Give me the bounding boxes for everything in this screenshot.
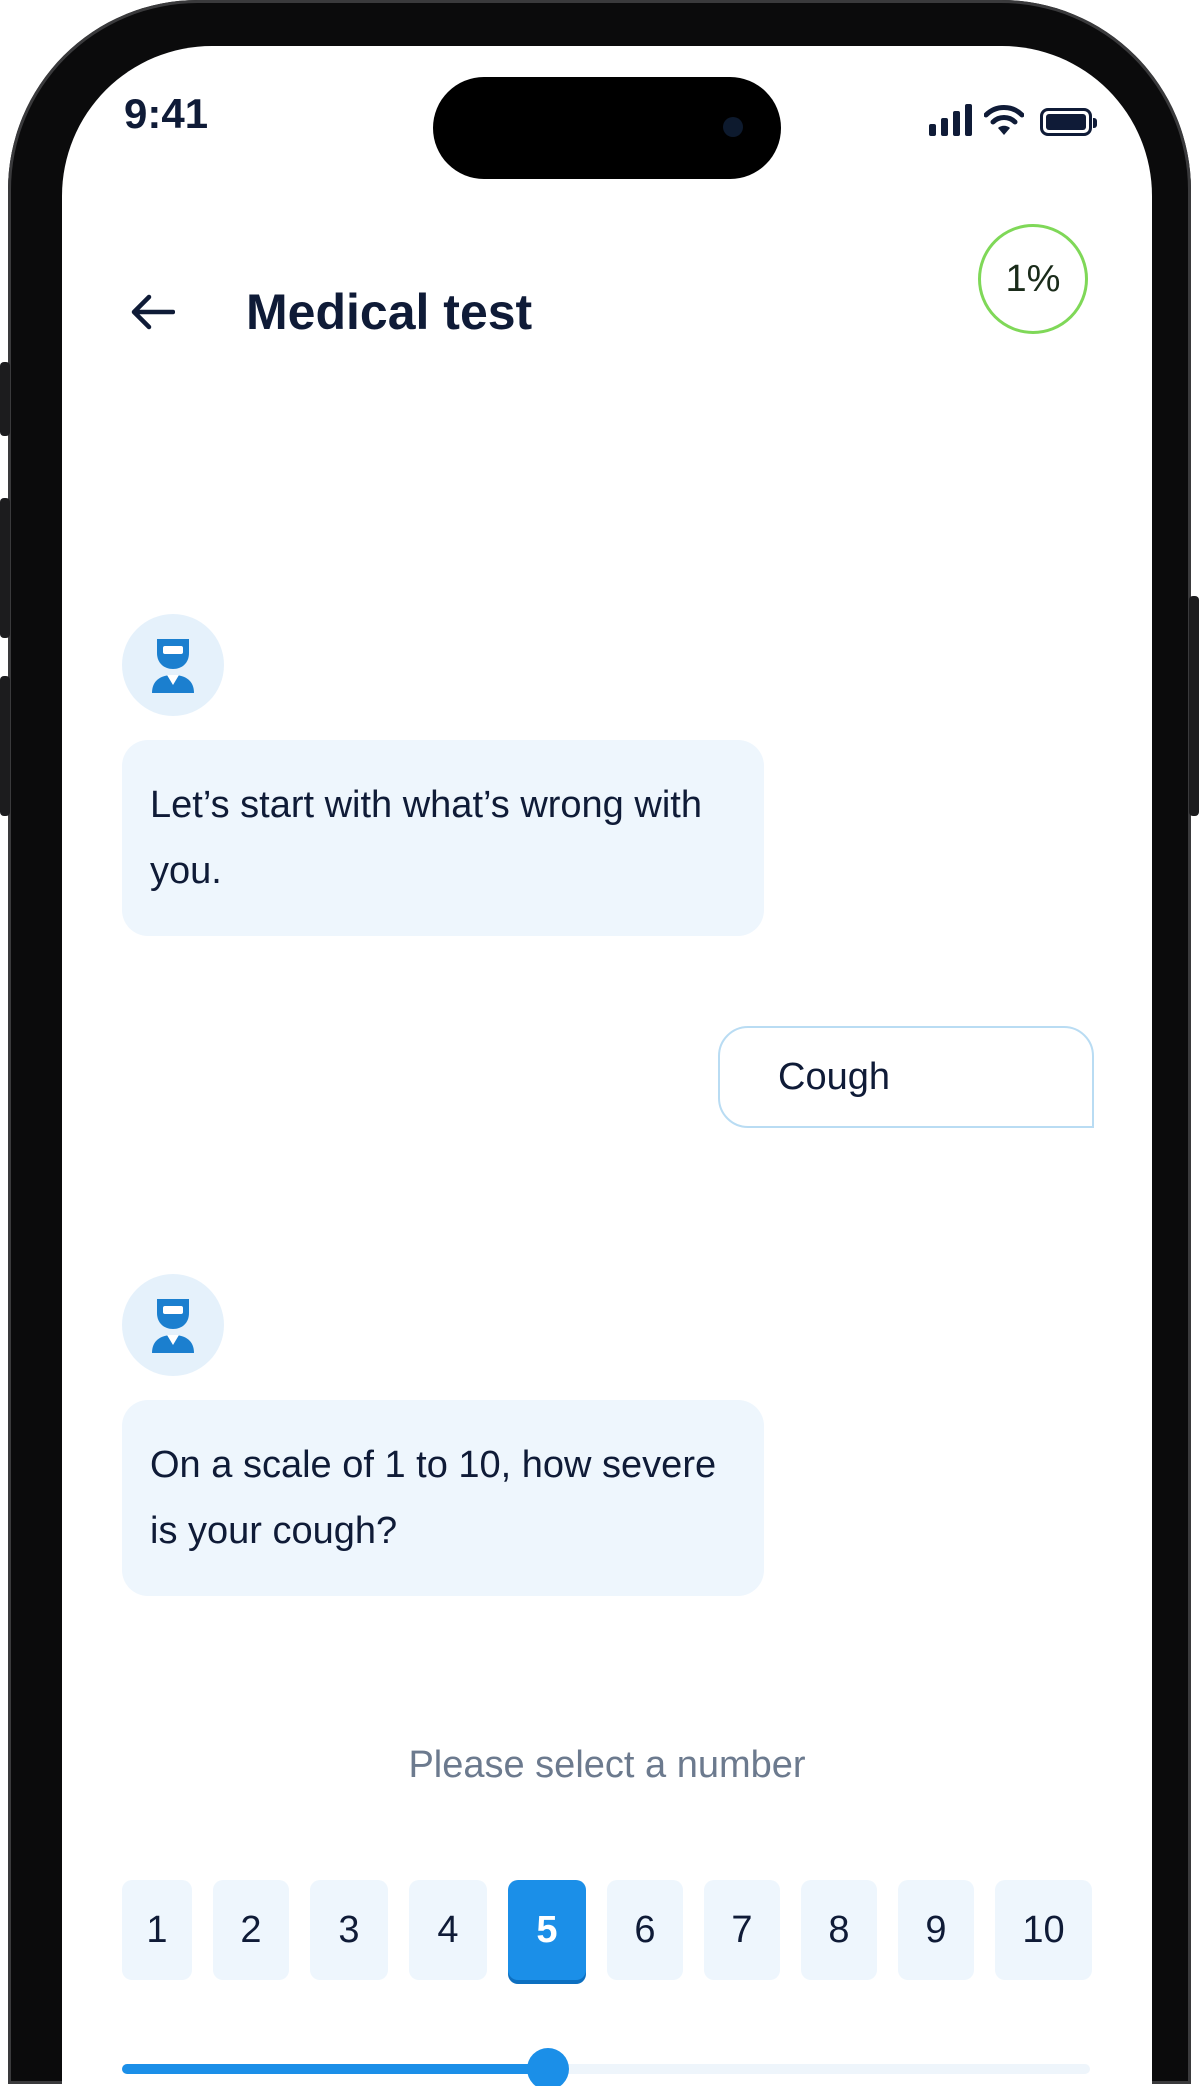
bot-message: Let’s start with what’s wrong with you.	[122, 740, 764, 936]
screen: 9:41 Medical test 1% Let’s start with wh…	[62, 46, 1152, 2086]
power-button	[1189, 596, 1199, 816]
slider-fill	[122, 2064, 548, 2074]
rating-option[interactable]: 6	[607, 1880, 683, 1980]
rating-option[interactable]: 8	[801, 1880, 877, 1980]
dynamic-island	[433, 77, 781, 179]
rating-option[interactable]: 10	[995, 1880, 1092, 1980]
rating-option[interactable]: 7	[704, 1880, 780, 1980]
rating-option[interactable]: 1	[122, 1880, 192, 1980]
volume-up-button	[0, 498, 10, 638]
doctor-avatar-icon	[152, 1299, 194, 1353]
doctor-avatar	[122, 1274, 224, 1376]
rating-option[interactable]: 2	[213, 1880, 289, 1980]
rating-option[interactable]: 4	[409, 1880, 487, 1980]
page-title: Medical test	[246, 284, 533, 340]
rating-option[interactable]: 9	[898, 1880, 974, 1980]
user-message: Cough	[718, 1026, 1094, 1128]
volume-down-button	[0, 676, 10, 816]
severity-slider[interactable]	[122, 2044, 1090, 2086]
doctor-avatar	[122, 614, 224, 716]
rating-option[interactable]: 3	[310, 1880, 388, 1980]
cellular-signal-icon	[929, 104, 972, 136]
action-button	[0, 362, 10, 436]
front-camera	[723, 117, 743, 137]
status-icons	[929, 104, 1097, 136]
rating-prompt: Please select a number	[408, 1744, 806, 1786]
rating-options: 1 2 3 4 5 6 7 8 9 10	[122, 1880, 1094, 1982]
status-time: 9:41	[124, 90, 209, 137]
back-button[interactable]	[122, 282, 182, 342]
wifi-icon	[984, 105, 1024, 135]
bot-message: On a scale of 1 to 10, how severe is you…	[122, 1400, 764, 1596]
rating-option[interactable]: 5	[508, 1880, 586, 1980]
progress-indicator: 1%	[978, 224, 1088, 334]
phone-frame: 9:41 Medical test 1% Let’s start with wh…	[0, 0, 1199, 2086]
battery-icon	[1040, 108, 1097, 136]
doctor-avatar-icon	[152, 639, 194, 693]
slider-thumb[interactable]	[526, 2048, 569, 2086]
arrow-left-icon	[131, 294, 175, 330]
